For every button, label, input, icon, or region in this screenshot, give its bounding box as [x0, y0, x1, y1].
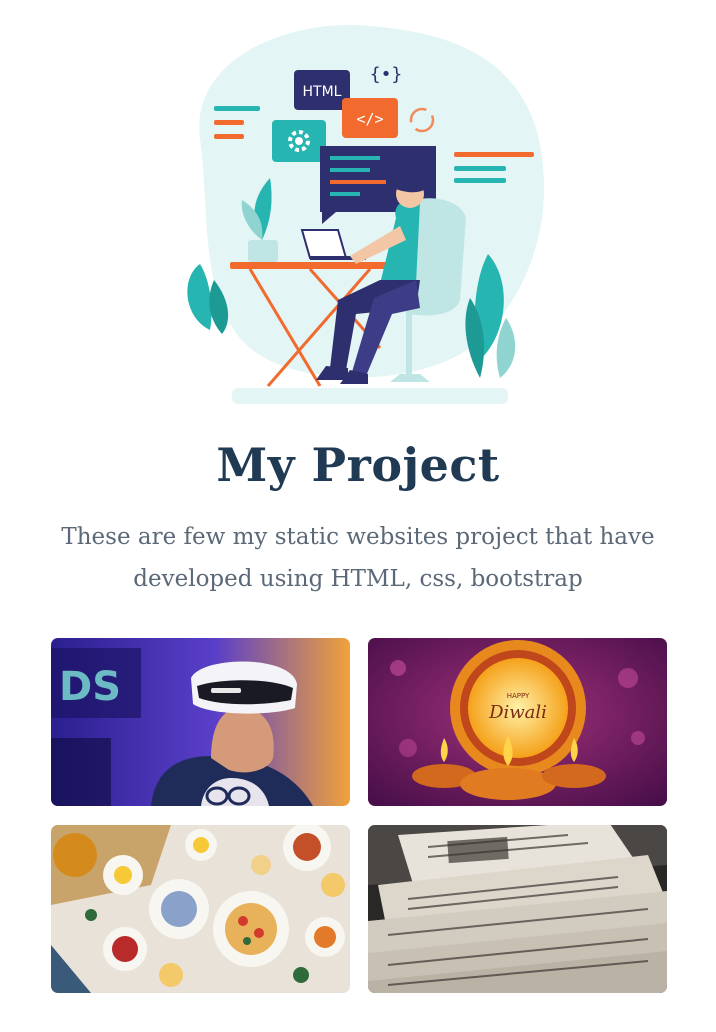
vr-headset-photo: DS: [51, 638, 350, 806]
svg-text:DS: DS: [59, 664, 121, 710]
html-tag-label: HTML: [303, 84, 342, 100]
code-icon: </>: [356, 110, 383, 128]
developer-at-desk-illustration: HTML {•} </>: [187, 24, 545, 404]
project-card-diwali[interactable]: HAPPY Diwali: [368, 638, 667, 806]
page-title: My Project: [216, 438, 500, 492]
intro-text: These are few my static websites project…: [30, 516, 686, 600]
brace-icon: {•}: [370, 64, 403, 85]
project-card-newspaper[interactable]: [368, 825, 667, 993]
project-card-food[interactable]: [51, 825, 350, 993]
diwali-title-text: Diwali: [488, 702, 547, 723]
project-page: HTML {•} </> My Project These are few my…: [0, 0, 716, 1032]
hero-illustration: HTML {•} </>: [170, 18, 550, 410]
project-card-vr[interactable]: DS: [51, 638, 350, 806]
intro-line-1: These are few my static websites project…: [61, 524, 655, 550]
food-table-photo: [51, 825, 350, 993]
diwali-photo: HAPPY Diwali: [368, 638, 667, 806]
diwali-happy-text: HAPPY: [507, 692, 530, 700]
intro-line-2: developed using HTML, css, bootstrap: [133, 566, 583, 592]
newspaper-photo: [368, 825, 667, 993]
